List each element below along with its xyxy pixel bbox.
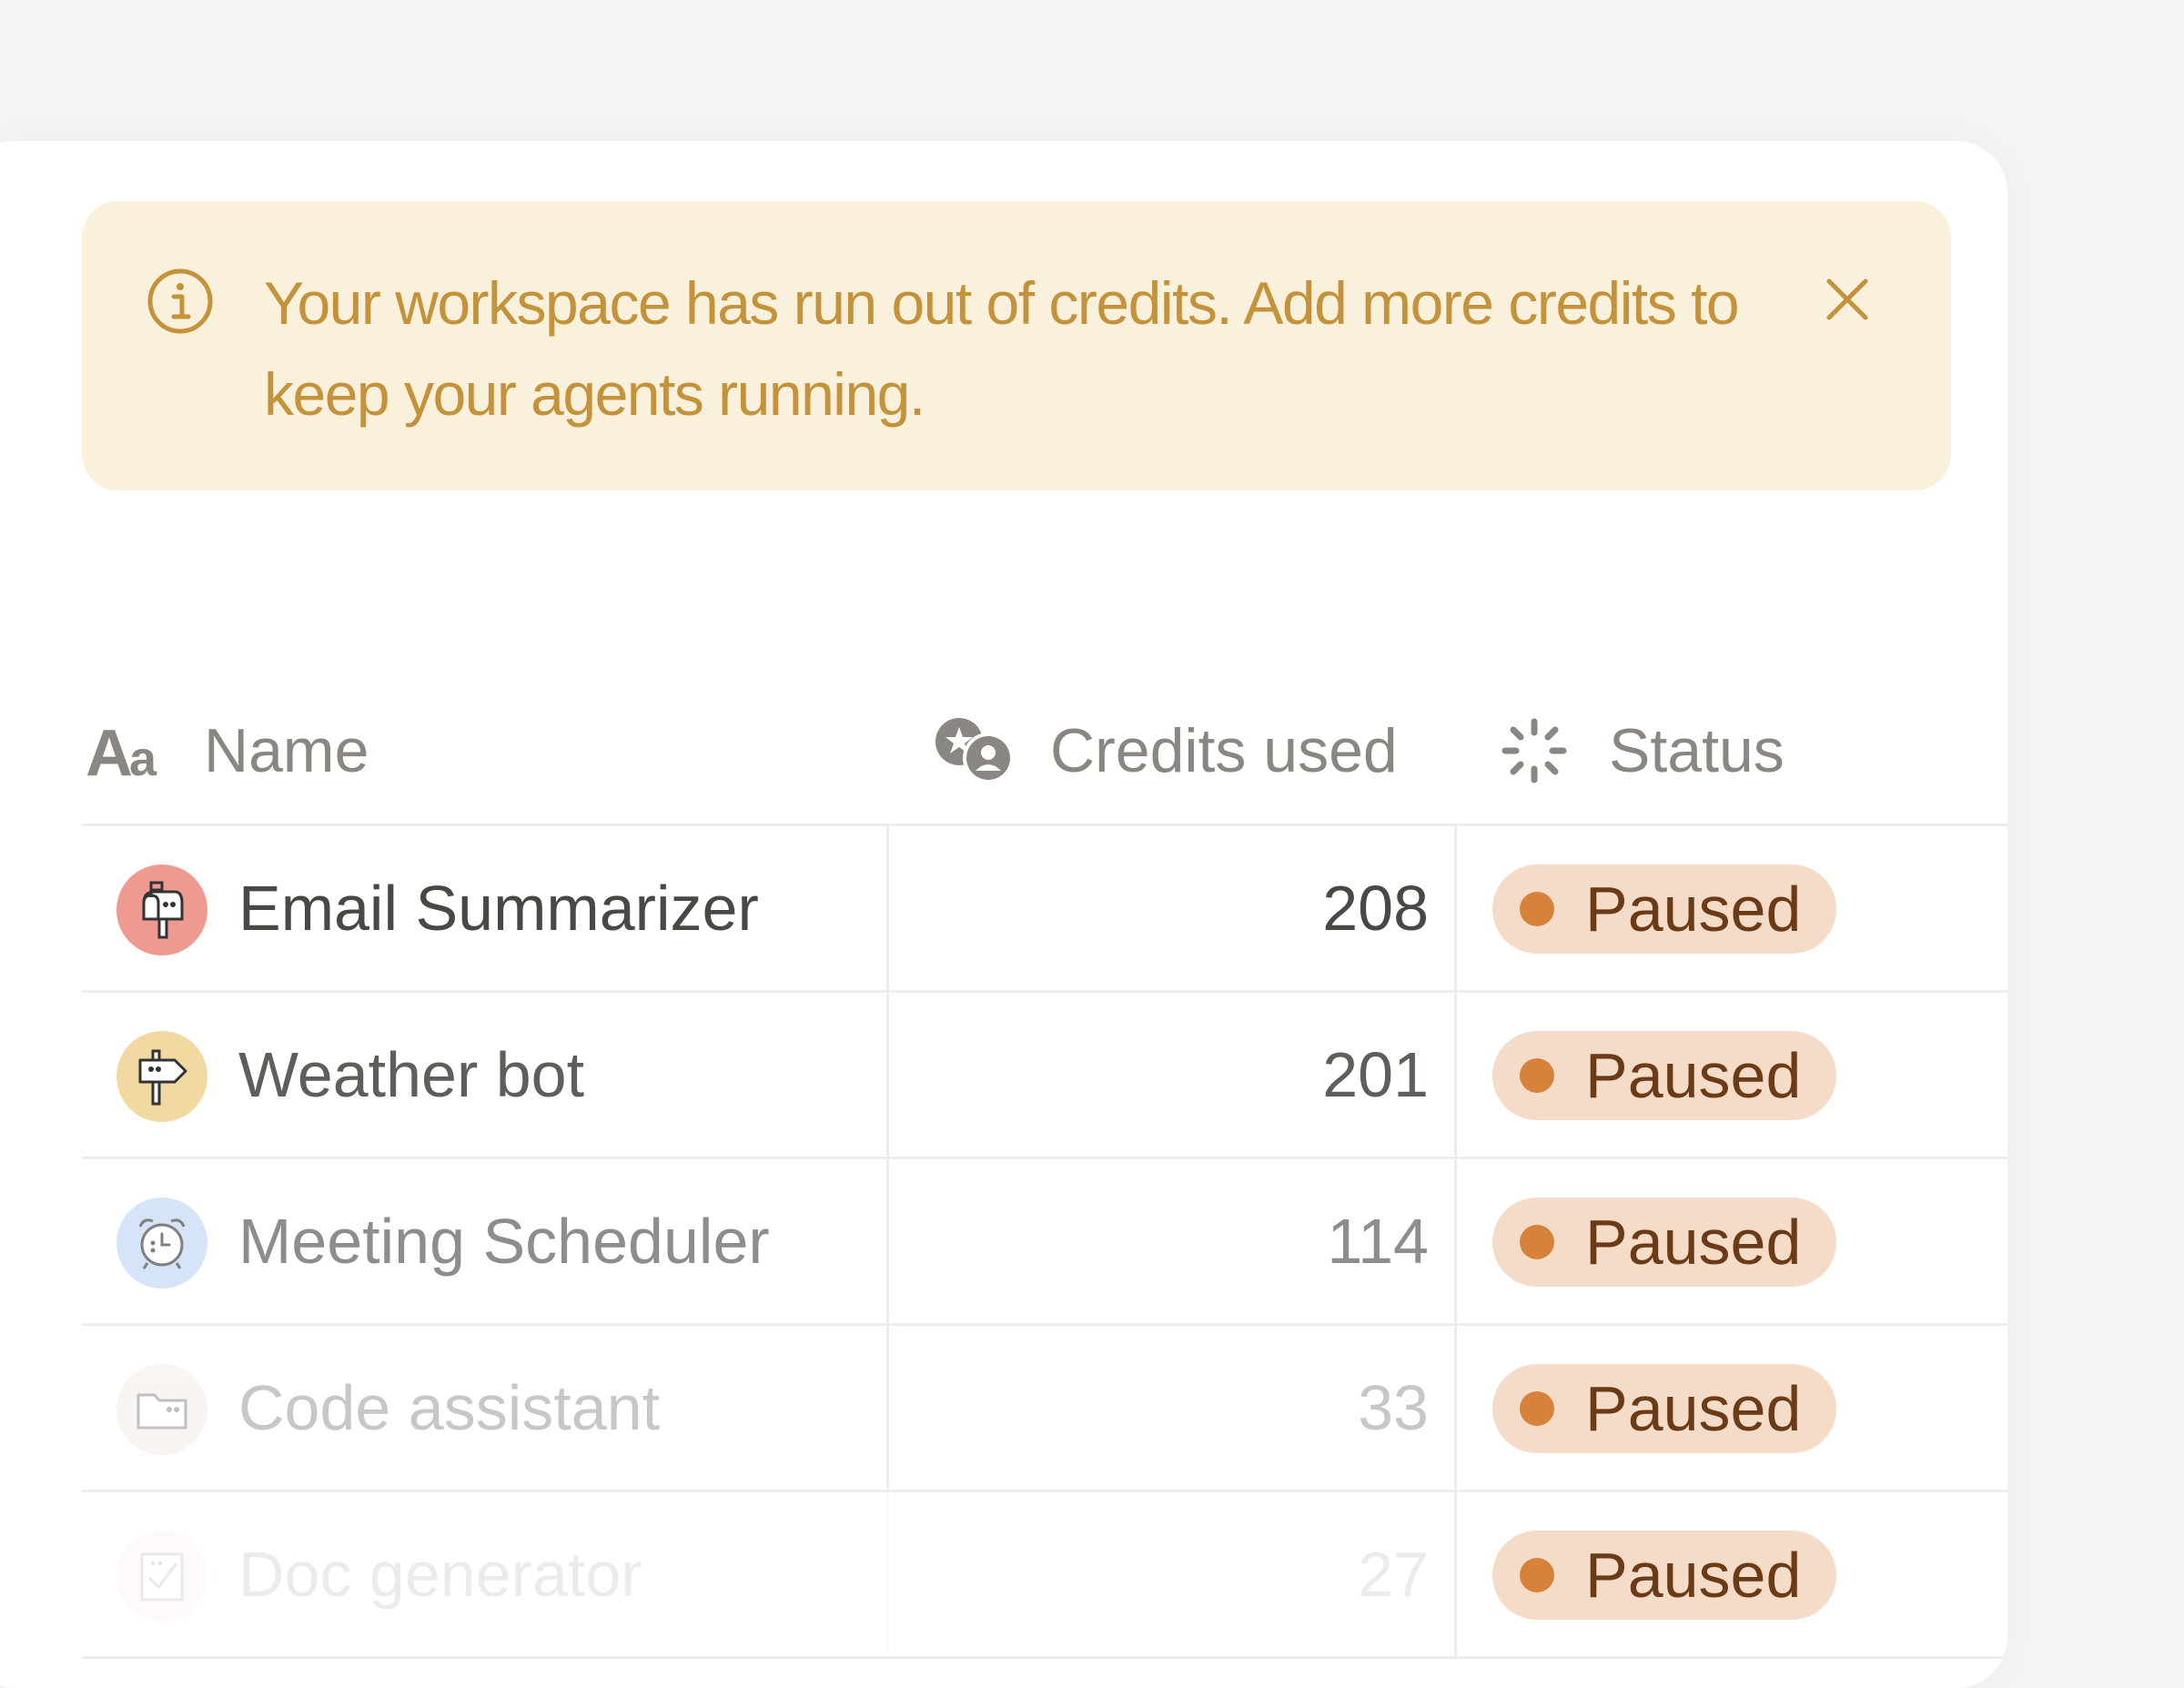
status-dot bbox=[1520, 892, 1554, 926]
column-header-status[interactable]: Status bbox=[1502, 678, 1785, 824]
svg-text:a: a bbox=[129, 732, 157, 783]
status-label: Paused bbox=[1585, 1540, 1802, 1611]
out-of-credits-banner: Your workspace has run out of credits. A… bbox=[82, 201, 1951, 490]
agent-name: Code assistant bbox=[238, 1372, 661, 1443]
column-divider bbox=[1454, 1492, 1457, 1656]
status-badge[interactable]: Paused bbox=[1492, 864, 1836, 954]
column-label: Name bbox=[204, 716, 369, 785]
agents-table: A a Name Credits used Status Email Summa… bbox=[82, 678, 2007, 1659]
column-divider bbox=[1454, 1326, 1457, 1490]
signpost-icon bbox=[116, 1031, 207, 1122]
table-row[interactable]: Code assistant 33 Paused bbox=[82, 1326, 2007, 1492]
column-label: Status bbox=[1609, 716, 1785, 785]
status-dot bbox=[1520, 1225, 1554, 1259]
column-label: Credits used bbox=[1050, 716, 1398, 785]
mailbox-icon bbox=[116, 864, 207, 955]
agent-name: Doc generator bbox=[238, 1539, 642, 1610]
status-dot bbox=[1520, 1391, 1554, 1426]
close-icon[interactable] bbox=[1824, 276, 1871, 323]
table-row[interactable]: Meeting Scheduler 114 Paused bbox=[82, 1159, 2007, 1326]
status-dot bbox=[1520, 1558, 1554, 1592]
credits-used: 27 bbox=[1358, 1539, 1429, 1610]
status-label: Paused bbox=[1585, 1207, 1802, 1278]
credits-used: 33 bbox=[1358, 1372, 1429, 1443]
column-divider bbox=[886, 993, 889, 1157]
svg-text:A: A bbox=[86, 719, 133, 783]
column-divider bbox=[886, 826, 889, 990]
agents-card: Your workspace has run out of credits. A… bbox=[0, 141, 2007, 1688]
credits-used: 208 bbox=[1322, 873, 1429, 944]
info-icon bbox=[146, 267, 215, 336]
checklist-icon bbox=[116, 1531, 207, 1622]
column-header-credits[interactable]: Credits used bbox=[932, 678, 1398, 824]
status-badge[interactable]: Paused bbox=[1492, 1364, 1836, 1453]
table-header: A a Name Credits used Status bbox=[82, 678, 2007, 826]
text-type-icon: A a bbox=[86, 719, 169, 783]
status-badge[interactable]: Paused bbox=[1492, 1031, 1836, 1120]
loading-spinner-icon bbox=[1502, 718, 1567, 783]
table-row[interactable]: Doc generator 27 Paused bbox=[82, 1492, 2007, 1659]
column-divider bbox=[886, 1159, 889, 1323]
status-badge[interactable]: Paused bbox=[1492, 1198, 1836, 1287]
table-row[interactable]: Weather bot 201 Paused bbox=[82, 993, 2007, 1159]
column-divider bbox=[1454, 826, 1457, 990]
column-divider bbox=[886, 1326, 889, 1490]
status-label: Paused bbox=[1585, 874, 1802, 945]
credits-used: 201 bbox=[1322, 1039, 1429, 1110]
alarm-clock-icon bbox=[116, 1198, 207, 1289]
credits-used: 114 bbox=[1327, 1206, 1429, 1277]
status-label: Paused bbox=[1585, 1040, 1802, 1111]
column-divider bbox=[1454, 993, 1457, 1157]
column-divider bbox=[886, 1492, 889, 1656]
credits-icon bbox=[932, 714, 1019, 787]
column-header-name[interactable]: A a Name bbox=[86, 678, 369, 824]
table-row[interactable]: Email Summarizer 208 Paused bbox=[82, 826, 2007, 993]
status-badge[interactable]: Paused bbox=[1492, 1531, 1836, 1620]
agent-name: Weather bot bbox=[238, 1039, 585, 1110]
column-divider bbox=[1454, 1159, 1457, 1323]
agent-name: Email Summarizer bbox=[238, 873, 759, 944]
status-label: Paused bbox=[1585, 1373, 1802, 1444]
banner-message: Your workspace has run out of credits. A… bbox=[264, 269, 1740, 428]
agent-name: Meeting Scheduler bbox=[238, 1206, 770, 1277]
folder-icon bbox=[116, 1364, 207, 1455]
status-dot bbox=[1520, 1058, 1554, 1093]
